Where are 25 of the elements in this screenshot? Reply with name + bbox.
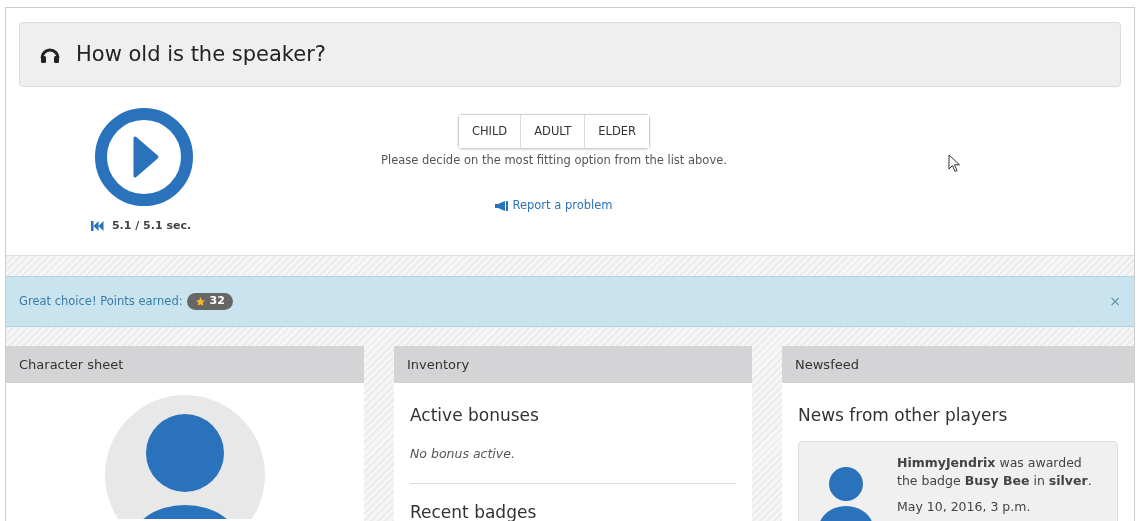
avatar-icon	[105, 395, 265, 519]
avatar-icon	[819, 465, 873, 521]
section-text: No bonus active.	[410, 444, 516, 463]
report-link[interactable]: Report a problem	[495, 197, 613, 215]
megaphone-icon	[495, 200, 509, 211]
rewind-icon[interactable]	[90, 221, 104, 232]
section-heading: Active bonuses	[410, 404, 540, 427]
panel-title: Character sheet	[19, 355, 124, 374]
playback-time: 5.1 / 5.1 sec.	[111, 218, 192, 234]
news-date: May 10, 2016, 3 p.m.	[897, 497, 1032, 516]
option-button[interactable]: ELDER	[584, 115, 650, 148]
cursor-icon	[948, 154, 961, 173]
hint-text: Please decide on the most fitting option from the list above.	[381, 152, 727, 169]
panel-title: Inventory	[407, 355, 470, 374]
option-button[interactable]: CHILD	[458, 115, 521, 148]
panel-title: Newsfeed	[795, 355, 859, 374]
star-icon	[194, 296, 206, 307]
section-heading: News from other players	[798, 404, 1009, 427]
news-text: HimmyJendrix was awarded the badge Busy Bee in silver.	[897, 453, 1093, 490]
option-button[interactable]: ADULT	[520, 115, 585, 148]
section-heading: Recent badges	[410, 501, 538, 521]
play-button[interactable]	[95, 108, 193, 206]
alert-message: Great choice! Points earned:	[19, 292, 183, 310]
points-badge: 32	[186, 293, 233, 310]
question-title: How old is the speaker?	[76, 40, 326, 68]
